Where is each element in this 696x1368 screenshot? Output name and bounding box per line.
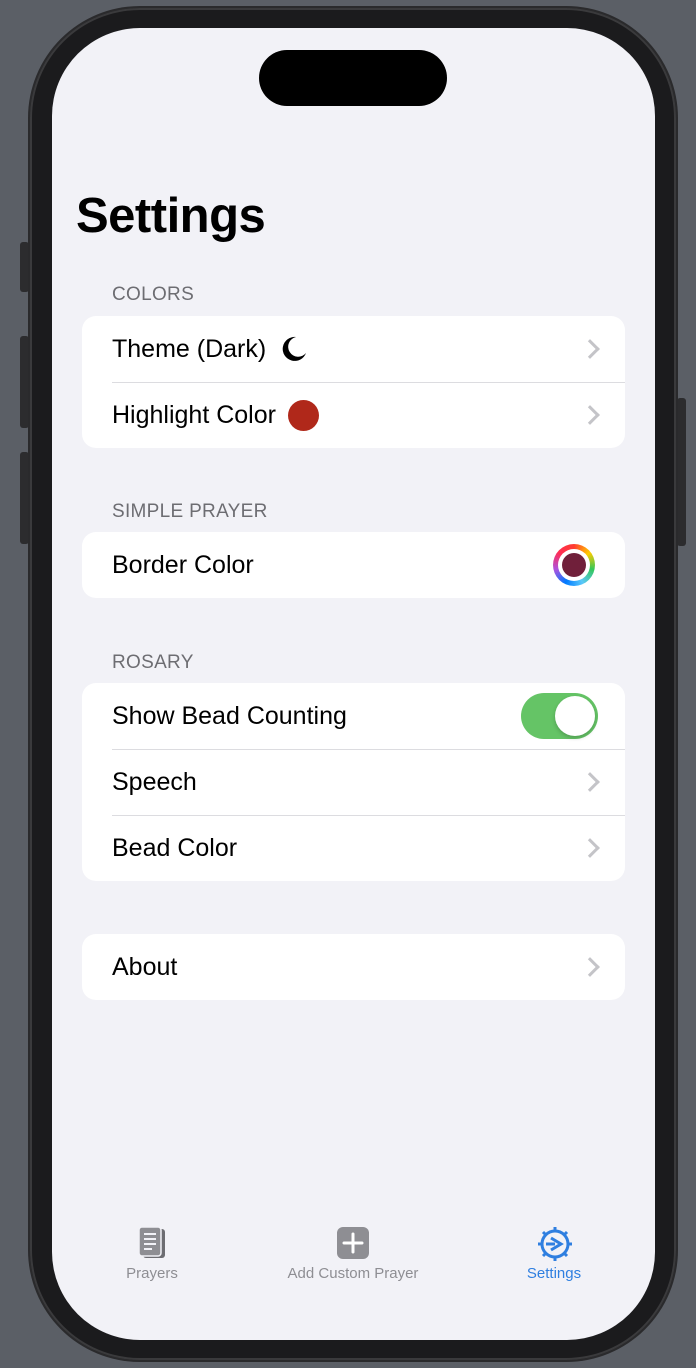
bead-color-label: Bead Color (112, 833, 238, 862)
border-color-row: Border Color (82, 532, 625, 598)
tab-bar: Prayers Add Custom Prayer Settings (52, 1213, 655, 1293)
screen: Settings COLORS Theme (Dark) Highlight C… (52, 28, 655, 1340)
chevron-right-icon (580, 405, 600, 425)
gear-icon (536, 1225, 572, 1261)
page-title: Settings (76, 189, 266, 243)
bead-counting-toggle[interactable] (521, 693, 598, 739)
bead-color-row[interactable]: Bead Color (82, 815, 625, 881)
bead-counting-row: Show Bead Counting (82, 683, 625, 749)
theme-row[interactable]: Theme (Dark) (82, 316, 625, 382)
tab-add-custom-prayer[interactable]: Add Custom Prayer (253, 1213, 453, 1282)
chevron-right-icon (580, 957, 600, 977)
highlight-color-swatch (287, 399, 319, 431)
about-group: About (82, 934, 625, 1000)
tab-prayers[interactable]: Prayers (52, 1213, 252, 1282)
highlight-color-label: Highlight Color (112, 400, 276, 429)
color-picker-well[interactable] (553, 544, 595, 586)
section-header-colors: COLORS (112, 284, 195, 305)
power-button (677, 398, 686, 546)
simple-prayer-group: Border Color (82, 532, 625, 598)
bead-counting-label: Show Bead Counting (112, 701, 347, 730)
chevron-right-icon (580, 772, 600, 792)
toggle-knob (555, 696, 595, 736)
theme-label: Theme (Dark) (112, 334, 267, 363)
colors-group: Theme (Dark) Highlight Color (82, 316, 625, 448)
section-header-simple-prayer: SIMPLE PRAYER (112, 501, 268, 522)
action-button (20, 242, 29, 292)
speech-label: Speech (112, 767, 197, 796)
tab-label: Add Custom Prayer (287, 1265, 419, 1282)
tab-label: Settings (526, 1265, 582, 1282)
moon-icon (280, 335, 308, 363)
tab-label: Prayers (126, 1265, 178, 1282)
chevron-right-icon (580, 339, 600, 359)
highlight-color-row[interactable]: Highlight Color (82, 382, 625, 448)
document-icon (134, 1225, 170, 1261)
about-label: About (112, 952, 178, 981)
speech-row[interactable]: Speech (82, 749, 625, 815)
about-row[interactable]: About (82, 934, 625, 1000)
section-header-rosary: ROSARY (112, 652, 194, 673)
tab-settings[interactable]: Settings (454, 1213, 654, 1282)
rosary-group: Show Bead Counting Speech Bead Color (82, 683, 625, 881)
border-color-swatch (562, 553, 586, 577)
dynamic-island (259, 50, 447, 106)
plus-square-icon (335, 1225, 371, 1261)
volume-up-button (20, 336, 29, 428)
chevron-right-icon (580, 838, 600, 858)
border-color-label: Border Color (112, 550, 254, 579)
volume-down-button (20, 452, 29, 544)
